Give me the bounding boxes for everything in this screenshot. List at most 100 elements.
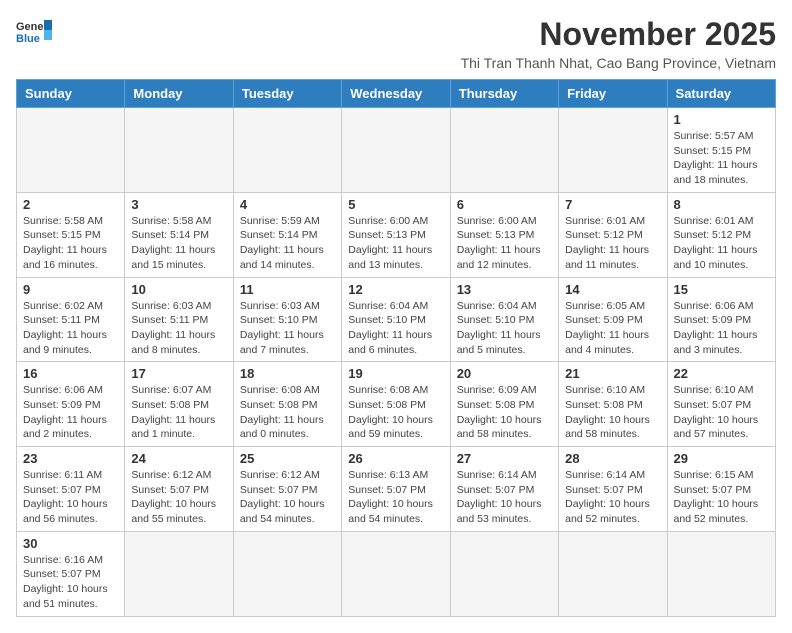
day-number: 18 — [240, 366, 335, 381]
day-info: Sunrise: 6:03 AM Sunset: 5:10 PM Dayligh… — [240, 299, 335, 358]
day-number: 19 — [348, 366, 443, 381]
day-info: Sunrise: 6:12 AM Sunset: 5:07 PM Dayligh… — [131, 468, 226, 527]
day-number: 3 — [131, 197, 226, 212]
day-info: Sunrise: 5:59 AM Sunset: 5:14 PM Dayligh… — [240, 214, 335, 273]
day-number: 17 — [131, 366, 226, 381]
calendar-cell: 14 Sunrise: 6:05 AM Sunset: 5:09 PM Dayli… — [559, 277, 667, 362]
calendar-cell: 19 Sunrise: 6:08 AM Sunset: 5:08 PM Dayli… — [342, 362, 450, 447]
calendar-cell — [559, 108, 667, 193]
calendar-cell: 15 Sunrise: 6:06 AM Sunset: 5:09 PM Dayli… — [667, 277, 775, 362]
day-number: 5 — [348, 197, 443, 212]
calendar-cell: 11 Sunrise: 6:03 AM Sunset: 5:10 PM Dayli… — [233, 277, 341, 362]
calendar-cell: 3 Sunrise: 5:58 AM Sunset: 5:14 PM Daylig… — [125, 192, 233, 277]
calendar-cell: 16 Sunrise: 6:06 AM Sunset: 5:09 PM Dayli… — [17, 362, 125, 447]
day-info: Sunrise: 6:00 AM Sunset: 5:13 PM Dayligh… — [457, 214, 552, 273]
day-info: Sunrise: 6:15 AM Sunset: 5:07 PM Dayligh… — [674, 468, 769, 527]
calendar-cell: 1 Sunrise: 5:57 AM Sunset: 5:15 PM Daylig… — [667, 108, 775, 193]
day-number: 11 — [240, 282, 335, 297]
day-number: 23 — [23, 451, 118, 466]
logo: General Blue — [16, 16, 52, 44]
day-number: 1 — [674, 112, 769, 127]
day-number: 16 — [23, 366, 118, 381]
calendar: SundayMondayTuesdayWednesdayThursdayFrid… — [16, 79, 776, 617]
calendar-cell: 28Sunrise: 6:14 AM Sunset: 5:07 PM Dayli… — [559, 447, 667, 532]
calendar-cell: 29 Sunrise: 6:15 AM Sunset: 5:07 PM Dayli… — [667, 447, 775, 532]
calendar-cell: 23 Sunrise: 6:11 AM Sunset: 5:07 PM Dayli… — [17, 447, 125, 532]
calendar-cell: 10 Sunrise: 6:03 AM Sunset: 5:11 PM Dayli… — [125, 277, 233, 362]
calendar-cell — [342, 531, 450, 616]
day-info: Sunrise: 6:06 AM Sunset: 5:09 PM Dayligh… — [674, 299, 769, 358]
day-number: 20 — [457, 366, 552, 381]
day-info: Sunrise: 6:14 AM Sunset: 5:07 PM Dayligh… — [457, 468, 552, 527]
calendar-cell: 25Sunrise: 6:12 AM Sunset: 5:07 PM Dayli… — [233, 447, 341, 532]
calendar-cell — [559, 531, 667, 616]
weekday-header-monday: Monday — [125, 80, 233, 108]
calendar-cell — [450, 108, 558, 193]
day-number: 12 — [348, 282, 443, 297]
calendar-cell: 12 Sunrise: 6:04 AM Sunset: 5:10 PM Dayli… — [342, 277, 450, 362]
day-info: Sunrise: 6:06 AM Sunset: 5:09 PM Dayligh… — [23, 383, 118, 442]
day-number: 28 — [565, 451, 660, 466]
calendar-cell: 5 Sunrise: 6:00 AM Sunset: 5:13 PM Daylig… — [342, 192, 450, 277]
day-number: 6 — [457, 197, 552, 212]
calendar-cell — [233, 108, 341, 193]
day-info: Sunrise: 6:00 AM Sunset: 5:13 PM Dayligh… — [348, 214, 443, 273]
weekday-header-tuesday: Tuesday — [233, 80, 341, 108]
day-info: Sunrise: 6:10 AM Sunset: 5:07 PM Dayligh… — [674, 383, 769, 442]
day-number: 30 — [23, 536, 118, 551]
day-info: Sunrise: 6:08 AM Sunset: 5:08 PM Dayligh… — [240, 383, 335, 442]
day-info: Sunrise: 5:58 AM Sunset: 5:15 PM Dayligh… — [23, 214, 118, 273]
day-info: Sunrise: 6:03 AM Sunset: 5:11 PM Dayligh… — [131, 299, 226, 358]
calendar-cell: 7 Sunrise: 6:01 AM Sunset: 5:12 PM Daylig… — [559, 192, 667, 277]
day-number: 26 — [348, 451, 443, 466]
day-number: 27 — [457, 451, 552, 466]
calendar-cell: 9 Sunrise: 6:02 AM Sunset: 5:11 PM Daylig… — [17, 277, 125, 362]
calendar-cell — [17, 108, 125, 193]
calendar-cell: 2 Sunrise: 5:58 AM Sunset: 5:15 PM Daylig… — [17, 192, 125, 277]
day-number: 4 — [240, 197, 335, 212]
day-number: 10 — [131, 282, 226, 297]
calendar-cell: 6 Sunrise: 6:00 AM Sunset: 5:13 PM Daylig… — [450, 192, 558, 277]
weekday-header-friday: Friday — [559, 80, 667, 108]
day-info: Sunrise: 6:01 AM Sunset: 5:12 PM Dayligh… — [565, 214, 660, 273]
day-number: 8 — [674, 197, 769, 212]
day-info: Sunrise: 5:58 AM Sunset: 5:14 PM Dayligh… — [131, 214, 226, 273]
calendar-cell: 24 Sunrise: 6:12 AM Sunset: 5:07 PM Dayli… — [125, 447, 233, 532]
day-info: Sunrise: 6:10 AM Sunset: 5:08 PM Dayligh… — [565, 383, 660, 442]
day-number: 9 — [23, 282, 118, 297]
day-number: 7 — [565, 197, 660, 212]
day-info: Sunrise: 5:57 AM Sunset: 5:15 PM Dayligh… — [674, 129, 769, 188]
day-number: 15 — [674, 282, 769, 297]
day-info: Sunrise: 6:02 AM Sunset: 5:11 PM Dayligh… — [23, 299, 118, 358]
calendar-cell — [233, 531, 341, 616]
day-number: 24 — [131, 451, 226, 466]
calendar-cell — [667, 531, 775, 616]
day-info: Sunrise: 6:05 AM Sunset: 5:09 PM Dayligh… — [565, 299, 660, 358]
calendar-cell — [125, 108, 233, 193]
calendar-cell: 17 Sunrise: 6:07 AM Sunset: 5:08 PM Dayli… — [125, 362, 233, 447]
day-info: Sunrise: 6:04 AM Sunset: 5:10 PM Dayligh… — [348, 299, 443, 358]
calendar-cell: 4 Sunrise: 5:59 AM Sunset: 5:14 PM Daylig… — [233, 192, 341, 277]
day-number: 14 — [565, 282, 660, 297]
day-number: 22 — [674, 366, 769, 381]
day-number: 2 — [23, 197, 118, 212]
weekday-header-saturday: Saturday — [667, 80, 775, 108]
calendar-cell — [125, 531, 233, 616]
calendar-cell — [342, 108, 450, 193]
day-info: Sunrise: 6:12 AM Sunset: 5:07 PM Dayligh… — [240, 468, 335, 527]
calendar-cell: 21Sunrise: 6:10 AM Sunset: 5:08 PM Dayli… — [559, 362, 667, 447]
weekday-header-wednesday: Wednesday — [342, 80, 450, 108]
day-info: Sunrise: 6:08 AM Sunset: 5:08 PM Dayligh… — [348, 383, 443, 442]
calendar-cell: 13Sunrise: 6:04 AM Sunset: 5:10 PM Dayli… — [450, 277, 558, 362]
day-info: Sunrise: 6:16 AM Sunset: 5:07 PM Dayligh… — [23, 553, 118, 612]
subtitle: Thi Tran Thanh Nhat, Cao Bang Province, … — [461, 55, 776, 71]
day-info: Sunrise: 6:07 AM Sunset: 5:08 PM Dayligh… — [131, 383, 226, 442]
day-info: Sunrise: 6:01 AM Sunset: 5:12 PM Dayligh… — [674, 214, 769, 273]
day-number: 29 — [674, 451, 769, 466]
calendar-cell: 26Sunrise: 6:13 AM Sunset: 5:07 PM Dayli… — [342, 447, 450, 532]
calendar-cell — [450, 531, 558, 616]
day-number: 13 — [457, 282, 552, 297]
day-info: Sunrise: 6:11 AM Sunset: 5:07 PM Dayligh… — [23, 468, 118, 527]
calendar-cell: 30 Sunrise: 6:16 AM Sunset: 5:07 PM Dayli… — [17, 531, 125, 616]
calendar-cell: 8 Sunrise: 6:01 AM Sunset: 5:12 PM Daylig… — [667, 192, 775, 277]
